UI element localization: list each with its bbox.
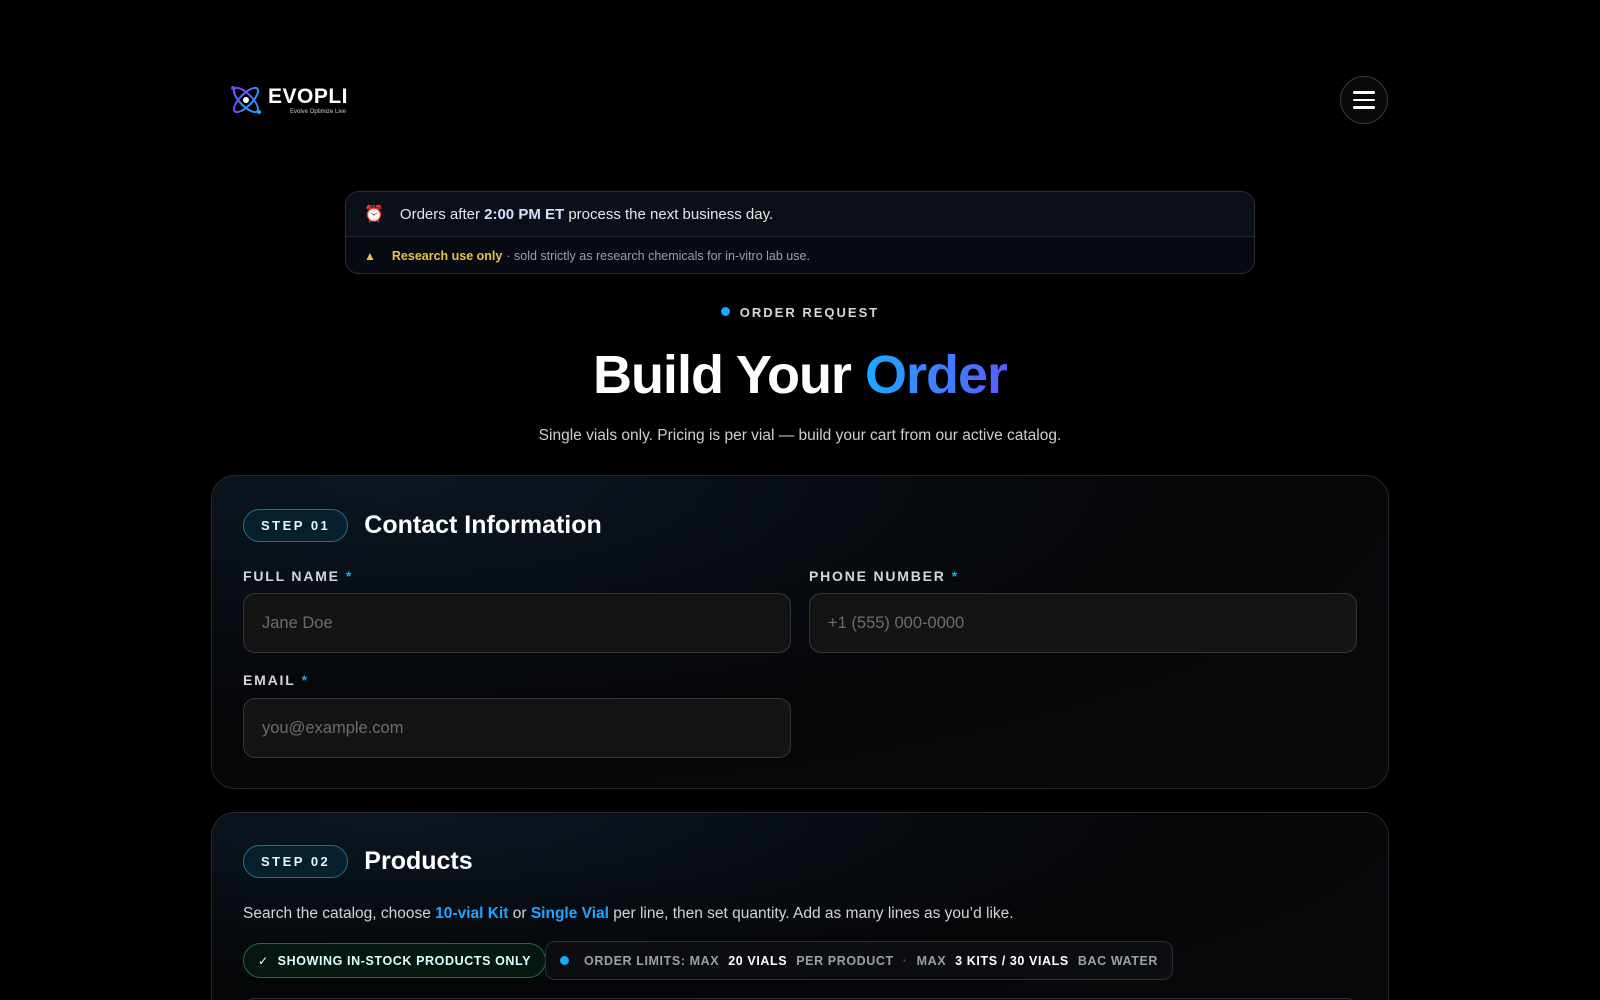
products-description: Search the catalog, choose 10-vial Kit o…	[243, 905, 1014, 923]
in-stock-filter-chip[interactable]: ✓ SHOWING IN-STOCK PRODUCTS ONLY	[243, 943, 547, 978]
research-label: Research use only	[391, 248, 503, 263]
brand-name: EVOPLI	[268, 84, 349, 108]
required-marker: *	[951, 568, 959, 584]
limits-separator: ·	[902, 953, 908, 968]
kit-link[interactable]: 10-vial Kit	[435, 905, 508, 922]
step-header: STEP 02 Products	[243, 845, 473, 878]
warning-icon: ▲	[364, 248, 376, 263]
single-vial-link[interactable]: Single Vial	[531, 905, 609, 922]
email-label-text: EMAIL	[243, 672, 296, 688]
products-card: STEP 02 Products Search the catalog, cho…	[211, 812, 1389, 1000]
desc-or: or	[512, 905, 527, 922]
full-name-label: FULL NAME *	[243, 568, 353, 584]
limits-prefix: ORDER LIMITS: MAX	[584, 953, 720, 968]
checkmark-icon: ✓	[258, 953, 269, 968]
step-badge: STEP 02	[243, 845, 349, 878]
desc-suffix: per line, then set quantity. Add as many…	[613, 905, 1014, 922]
page-title: Build Your Order	[0, 344, 1600, 406]
phone-label-text: PHONE NUMBER	[809, 568, 946, 584]
required-marker: *	[301, 672, 309, 688]
eyebrow: ORDER REQUEST	[0, 305, 1600, 320]
cutoff-suffix: process the next business day.	[568, 205, 774, 223]
contact-information-card: STEP 01 Contact Information FULL NAME * P…	[211, 475, 1389, 789]
cutoff-prefix: Orders after	[399, 205, 480, 223]
phone-input[interactable]	[809, 593, 1357, 653]
full-name-label-text: FULL NAME	[243, 568, 340, 584]
hamburger-icon	[1353, 98, 1375, 102]
title-main: Build Your	[592, 345, 852, 405]
step-badge: STEP 01	[243, 509, 349, 542]
hamburger-icon	[1353, 106, 1375, 109]
full-name-input[interactable]	[243, 593, 791, 653]
menu-button[interactable]	[1340, 76, 1388, 124]
research-text: · sold strictly as research chemicals fo…	[506, 248, 810, 263]
brand-logo[interactable]: EVOPLI Evolve Optimize Live	[228, 82, 348, 118]
limits-max: MAX	[916, 953, 947, 968]
alarm-clock-icon: ⏰	[364, 206, 384, 223]
limits-kits: 3 KITS / 30 VIALS	[955, 953, 1069, 968]
status-dot-icon	[560, 956, 569, 965]
limits-per-product: PER PRODUCT	[796, 953, 894, 968]
research-notice: ▲ Research use only · sold strictly as r…	[346, 237, 1254, 273]
cutoff-time: 2:00 PM ET	[484, 205, 565, 223]
in-stock-chip-label: SHOWING IN-STOCK PRODUCTS ONLY	[277, 953, 532, 968]
cutoff-notice: ⏰ Orders after 2:00 PM ET process the ne…	[346, 192, 1254, 237]
eyebrow-text: ORDER REQUEST	[739, 305, 880, 320]
email-label: EMAIL *	[243, 672, 309, 688]
email-input[interactable]	[243, 698, 791, 758]
phone-label: PHONE NUMBER *	[809, 568, 959, 584]
page-subtitle: Single vials only. Pricing is per vial —…	[538, 427, 1062, 444]
required-marker: *	[345, 568, 354, 584]
section-title: Products	[364, 847, 473, 875]
step-header: STEP 01 Contact Information	[243, 509, 602, 542]
limits-bac: BAC WATER	[1077, 953, 1159, 968]
status-dot-icon	[720, 307, 730, 316]
title-accent: Order	[864, 345, 1008, 405]
order-notice-banner: ⏰ Orders after 2:00 PM ET process the ne…	[345, 191, 1255, 274]
hamburger-icon	[1353, 91, 1375, 94]
limits-vials: 20 VIALS	[728, 953, 788, 968]
desc-prefix: Search the catalog, choose	[243, 905, 431, 922]
order-limits-chip: ORDER LIMITS: MAX 20 VIALS PER PRODUCT ·…	[545, 941, 1174, 980]
section-title: Contact Information	[364, 511, 602, 539]
brand-tagline: Evolve Optimize Live	[290, 108, 347, 115]
atom-logo-icon	[231, 86, 261, 114]
